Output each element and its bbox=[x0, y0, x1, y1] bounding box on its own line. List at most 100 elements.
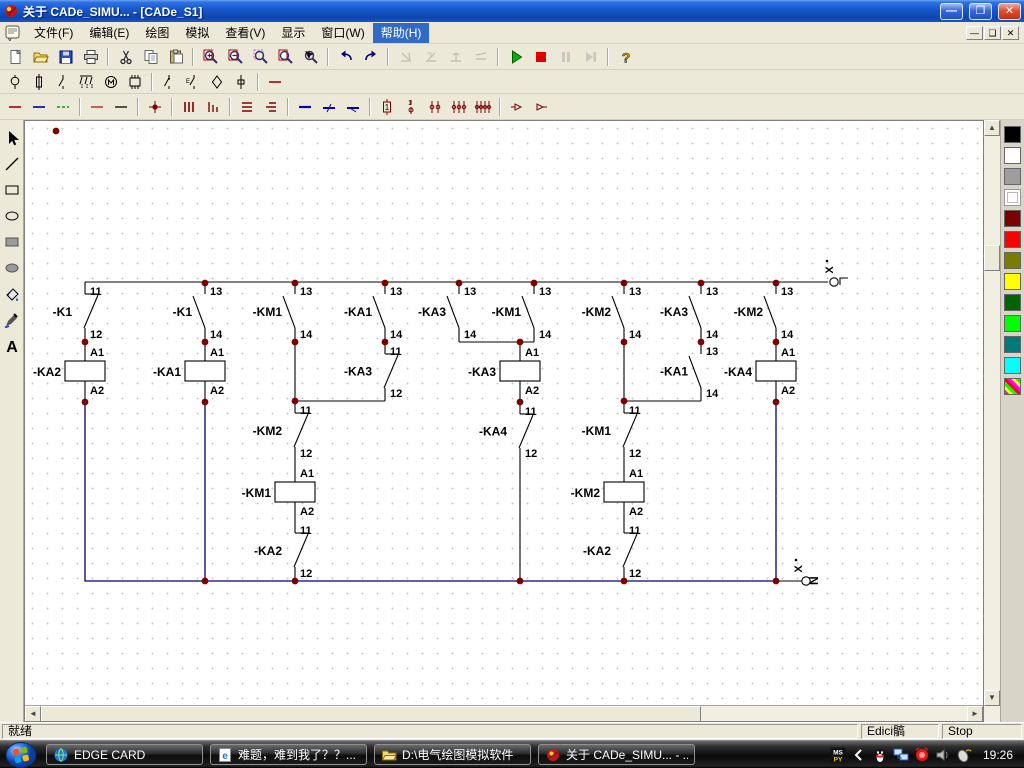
plc-block-button[interactable] bbox=[123, 72, 147, 92]
contact-KA2[interactable]: 1112-KA2 bbox=[254, 521, 312, 581]
color-swatch[interactable] bbox=[1004, 378, 1021, 395]
taskbar-button[interactable]: D:\电气绘图模拟软件 bbox=[374, 744, 531, 765]
help-button[interactable]: ? bbox=[613, 46, 638, 68]
fill-bucket-tool[interactable] bbox=[2, 284, 22, 304]
diamond-button[interactable] bbox=[205, 72, 229, 92]
mdi-restore-button[interactable]: ❏ bbox=[984, 26, 1001, 40]
pole-2-button[interactable] bbox=[423, 97, 447, 117]
stop-button[interactable] bbox=[528, 46, 553, 68]
taskbar-button[interactable]: EDGE CARD bbox=[46, 744, 203, 765]
zoom-select-button[interactable] bbox=[298, 46, 323, 68]
line-blue-button[interactable] bbox=[27, 97, 51, 117]
color-swatch[interactable] bbox=[1004, 252, 1021, 269]
line-red-thin-button[interactable] bbox=[85, 97, 109, 117]
color-swatch[interactable] bbox=[1004, 315, 1021, 332]
wire-blue-button[interactable] bbox=[293, 97, 317, 117]
switch-label-button[interactable]: E bbox=[181, 72, 205, 92]
rect-filled-tool[interactable] bbox=[2, 232, 22, 252]
copy-button[interactable] bbox=[138, 46, 163, 68]
cut-button[interactable] bbox=[113, 46, 138, 68]
color-swatch[interactable] bbox=[1004, 168, 1021, 185]
pole-4-button[interactable] bbox=[471, 97, 495, 117]
zoom-in-button[interactable] bbox=[198, 46, 223, 68]
coil-KA4[interactable]: A1A2-KA4 bbox=[724, 347, 796, 397]
start-button[interactable] bbox=[3, 742, 39, 768]
wire-blue-tick-button[interactable] bbox=[341, 97, 365, 117]
contact-KA1[interactable]: 1314-KA1 bbox=[660, 342, 719, 401]
menu-窗口W[interactable]: 窗口(W) bbox=[313, 23, 372, 43]
switch-button[interactable] bbox=[157, 72, 181, 92]
bars-3-button[interactable] bbox=[177, 97, 201, 117]
color-swatch[interactable] bbox=[1004, 126, 1021, 143]
rect-tool[interactable] bbox=[2, 180, 22, 200]
menu-绘图[interactable]: 绘图 bbox=[137, 23, 177, 43]
coil-KA3[interactable]: A1A2-KA3 bbox=[468, 347, 540, 397]
vertical-scrollbar[interactable]: ▲ ▼ bbox=[984, 120, 1000, 722]
color-swatch[interactable] bbox=[1004, 210, 1021, 227]
contact-KA4[interactable]: 1112-KA4 bbox=[479, 402, 537, 461]
ellipse-filled-tool[interactable] bbox=[2, 258, 22, 278]
wire-blue-slash-button[interactable] bbox=[317, 97, 341, 117]
line-green-dash-button[interactable] bbox=[51, 97, 75, 117]
horizontal-scroll-thumb[interactable] bbox=[41, 706, 701, 722]
scroll-right-arrow[interactable]: ► bbox=[967, 706, 983, 722]
line-black-button[interactable] bbox=[109, 97, 133, 117]
text-tool[interactable]: A bbox=[2, 336, 22, 356]
color-swatch[interactable] bbox=[1004, 273, 1021, 290]
coil-KA1[interactable]: A1A2-KA1 bbox=[153, 347, 225, 397]
eyedropper-tool[interactable] bbox=[2, 310, 22, 330]
coil-KM2[interactable]: A1A2-KM2 bbox=[571, 468, 644, 518]
redo-button[interactable] bbox=[358, 46, 383, 68]
fuse-button[interactable] bbox=[27, 72, 51, 92]
menu-模拟[interactable]: 模拟 bbox=[177, 23, 217, 43]
taskbar-button[interactable]: 关于 CADe_SIMU... - ... bbox=[538, 744, 695, 765]
close-button[interactable]: ✕ bbox=[998, 3, 1021, 20]
scroll-down-arrow[interactable]: ▼ bbox=[984, 690, 1000, 706]
menu-帮助H[interactable]: 帮助(H) bbox=[373, 23, 430, 43]
line-red-button[interactable] bbox=[3, 97, 27, 117]
terminal-button[interactable] bbox=[229, 72, 253, 92]
contact-KM2[interactable]: 1314-KM2 bbox=[734, 282, 794, 342]
color-swatch[interactable] bbox=[1004, 336, 1021, 353]
sim-a-button[interactable] bbox=[393, 46, 418, 68]
network-icon[interactable] bbox=[893, 747, 909, 763]
junction-cross-button[interactable] bbox=[143, 97, 167, 117]
play-button[interactable] bbox=[503, 46, 528, 68]
contact-KM2[interactable]: 1112-KM2 bbox=[253, 401, 313, 461]
ime-mspy-icon[interactable]: MSPY bbox=[830, 747, 846, 763]
undo-button[interactable] bbox=[333, 46, 358, 68]
scroll-left-arrow[interactable]: ◄ bbox=[25, 706, 41, 722]
color-swatch[interactable] bbox=[1004, 231, 1021, 248]
taskbar-button[interactable]: e难题，难到我了？？... bbox=[210, 744, 367, 765]
color-swatch[interactable] bbox=[1004, 147, 1021, 164]
color-swatch[interactable] bbox=[1004, 189, 1021, 206]
contact-3p-button[interactable] bbox=[75, 72, 99, 92]
contact-KA1[interactable]: 1314-KA1 bbox=[344, 282, 403, 342]
contact-KA3[interactable]: 1314-KA3 bbox=[418, 282, 477, 342]
zoom-out-button[interactable] bbox=[223, 46, 248, 68]
wire-red-button[interactable] bbox=[263, 72, 287, 92]
sim-c-button[interactable] bbox=[443, 46, 468, 68]
motor-button[interactable] bbox=[99, 72, 123, 92]
contact-KM1[interactable]: 1314-KM1 bbox=[492, 282, 552, 342]
pause-button[interactable] bbox=[553, 46, 578, 68]
pole-3-button[interactable] bbox=[447, 97, 471, 117]
sim-d-button[interactable] bbox=[468, 46, 493, 68]
alarm-icon[interactable] bbox=[914, 747, 930, 763]
contact-KM1[interactable]: 1112-KM1 bbox=[582, 401, 642, 461]
contact-K1[interactable]: 1112-K1 bbox=[53, 282, 103, 342]
contact-KA3[interactable]: 1314-KA3 bbox=[660, 282, 719, 342]
save-button[interactable] bbox=[53, 46, 78, 68]
open-button[interactable] bbox=[28, 46, 53, 68]
restore-button[interactable]: ❐ bbox=[969, 3, 992, 20]
zoom-page-button[interactable] bbox=[273, 46, 298, 68]
chevron-icon[interactable] bbox=[851, 747, 867, 763]
mdi-close-button[interactable]: ✕ bbox=[1002, 26, 1019, 40]
scroll-up-arrow[interactable]: ▲ bbox=[984, 120, 1000, 136]
num-contact-button[interactable]: 1 bbox=[399, 97, 423, 117]
drawing-canvas[interactable]: 1112-K11314-K11314-KM11314-KA11314-KA313… bbox=[24, 120, 984, 722]
num-box-button[interactable]: 1 bbox=[375, 97, 399, 117]
menu-编辑E[interactable]: 编辑(E) bbox=[81, 23, 137, 43]
contact-K1[interactable]: 1314-K1 bbox=[173, 282, 223, 342]
gate-left-button[interactable] bbox=[505, 97, 529, 117]
